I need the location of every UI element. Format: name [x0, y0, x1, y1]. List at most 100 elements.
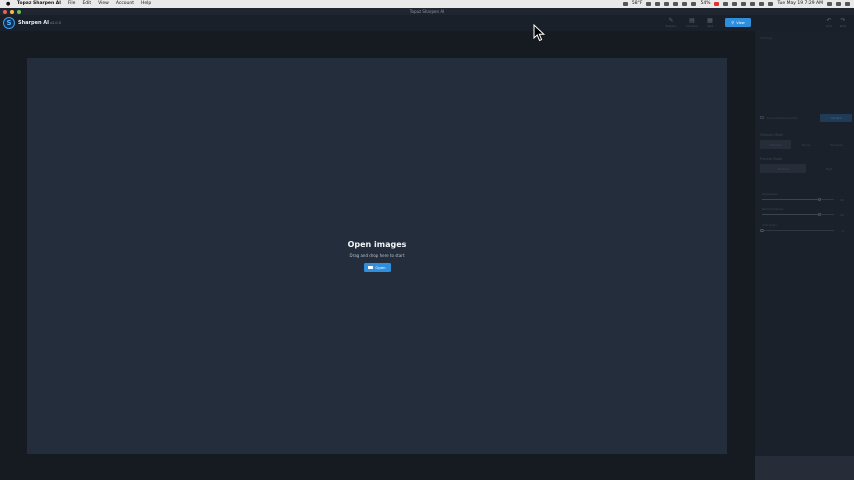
- redo-icon: ↷: [840, 17, 846, 24]
- minimize-window-button[interactable]: [10, 9, 14, 14]
- volume-icon[interactable]: [691, 2, 697, 6]
- mouse-cursor-icon: [533, 24, 546, 42]
- window-icon[interactable]: [655, 2, 661, 6]
- window-controls: [3, 9, 24, 14]
- process-mode-label: Process Mode: [760, 157, 782, 161]
- bluetooth-icon[interactable]: [673, 2, 679, 6]
- clock[interactable]: Tue May 19 7:29 AM: [777, 0, 823, 8]
- undo-icon: ↶: [826, 17, 832, 24]
- screen-record-icon[interactable]: [622, 2, 628, 6]
- undo-label: Undo: [825, 25, 833, 28]
- sharpen-mode-focus[interactable]: Focus: [791, 140, 822, 149]
- remove-noise-slider[interactable]: Remove Noise 40: [760, 207, 852, 219]
- shield-icon[interactable]: [682, 2, 688, 6]
- menu-app-name[interactable]: Topaz Sharpen AI: [17, 0, 61, 8]
- sharpen-mode-stabilize[interactable]: Stabilize: [760, 140, 791, 149]
- brush-icon: ✎: [668, 17, 674, 24]
- message-icon[interactable]: [664, 2, 670, 6]
- drag-drop-hint: Drag and drop here to start: [349, 253, 405, 258]
- compare-icon: ▤: [689, 17, 695, 24]
- slider-handle[interactable]: [817, 197, 822, 202]
- process-mode-selector: Normal Fast: [760, 164, 852, 173]
- menu-view[interactable]: View: [98, 0, 109, 8]
- slider-handle[interactable]: [760, 228, 764, 233]
- printer-icon[interactable]: [741, 2, 747, 6]
- panel-title: Settings: [760, 36, 773, 40]
- image-canvas[interactable]: Open images Drag and drop here to start …: [27, 58, 727, 454]
- spotlight-search-icon[interactable]: [827, 2, 832, 6]
- window-title-bar[interactable]: Topaz Sharpen AI: [0, 8, 854, 15]
- wifi-icon[interactable]: [750, 2, 756, 6]
- sharpen-mode-label: Sharpen Mode: [760, 133, 784, 137]
- creative-cloud-icon[interactable]: [723, 2, 729, 6]
- slider-fill: [762, 199, 820, 200]
- process-mode-fast[interactable]: Fast: [806, 164, 852, 173]
- apple-icon[interactable]: ●: [6, 0, 12, 8]
- brand-name: Sharpen AIv2.0.5: [18, 20, 61, 26]
- menu-file[interactable]: File: [68, 0, 76, 8]
- compare-tool-button[interactable]: ▤ Compare: [683, 16, 701, 30]
- cloud-icon[interactable]: [646, 2, 652, 6]
- record-icon[interactable]: [714, 2, 720, 6]
- settings-panel: Settings Auto update preview Update Shar…: [754, 31, 854, 480]
- sharpness-label: Sharpness: [762, 192, 778, 196]
- sharpness-value: 40: [840, 197, 844, 202]
- sharpen-mode-sharpen[interactable]: Sharpen: [821, 140, 852, 149]
- add-grain-label: Add Grain: [762, 223, 777, 227]
- menu-bar: ● Topaz Sharpen AI File Edit View Accoun…: [0, 0, 854, 8]
- panel-footer: [755, 456, 854, 480]
- undo-button[interactable]: ↶ Undo: [822, 16, 836, 30]
- user-icon[interactable]: [768, 2, 774, 6]
- sharpen-tool-label: Sharpen: [665, 25, 677, 28]
- open-images-title: Open images: [347, 240, 407, 249]
- close-window-button[interactable]: [3, 9, 7, 14]
- compare-tool-label: Compare: [686, 25, 698, 28]
- view-button-label: View: [736, 20, 745, 25]
- search-icon: ⚲: [731, 20, 735, 25]
- redo-label: Redo: [839, 25, 847, 28]
- app-window: ● Topaz Sharpen AI File Edit View Accoun…: [0, 0, 854, 480]
- weather-temperature[interactable]: 58°F: [632, 0, 643, 8]
- menu-bar-status: 58°F 54% Tue May 19 7:29 AM: [619, 0, 854, 8]
- battery-percent[interactable]: 54%: [700, 0, 710, 8]
- app-header: S Sharpen AIv2.0.5 ✎ Sharpen ▤ Compare ▦…: [0, 15, 854, 31]
- auto-update-row: Auto update preview Update: [760, 113, 852, 122]
- siri-icon[interactable]: [836, 2, 841, 6]
- open-button[interactable]: Open: [363, 263, 391, 272]
- menu-edit[interactable]: Edit: [82, 0, 91, 8]
- maximize-window-button[interactable]: [17, 9, 21, 14]
- sharpness-slider[interactable]: Sharpness 40: [760, 192, 852, 204]
- redo-button[interactable]: ↷ Redo: [836, 16, 850, 30]
- dropbox-icon[interactable]: [732, 2, 738, 6]
- window-title: Topaz Sharpen AI: [409, 9, 445, 14]
- split-tool-label: Split: [707, 25, 713, 28]
- menu-account[interactable]: Account: [116, 0, 134, 8]
- auto-update-label: Auto update preview: [766, 115, 798, 120]
- menu-help[interactable]: Help: [141, 0, 151, 8]
- view-button[interactable]: ⚲ View: [725, 18, 751, 27]
- notification-center-icon[interactable]: [845, 2, 850, 6]
- add-grain-slider[interactable]: Add Grain 0: [760, 223, 852, 235]
- slider-handle[interactable]: [817, 212, 822, 217]
- view-tools: ✎ Sharpen ▤ Compare ▦ Split ⚲ View: [662, 16, 751, 30]
- add-grain-value: 0: [842, 228, 844, 233]
- brand-title: Sharpen AI: [18, 20, 50, 26]
- sharpen-tool-button[interactable]: ✎ Sharpen: [662, 16, 680, 30]
- sharpen-ai-logo-icon: S: [3, 17, 15, 29]
- slider-fill: [762, 214, 820, 215]
- folder-icon: [368, 265, 374, 270]
- remove-noise-label: Remove Noise: [762, 207, 784, 211]
- brand-version: v2.0.5: [50, 21, 61, 25]
- update-button[interactable]: Update: [820, 113, 852, 122]
- sharpen-mode-selector: Stabilize Focus Sharpen: [760, 140, 852, 149]
- work-area: Open images Drag and drop here to start …: [0, 31, 754, 480]
- slider-track: [762, 230, 834, 231]
- airplay-icon[interactable]: [759, 2, 765, 6]
- history-tools: ↶ Undo ↷ Redo: [822, 16, 850, 30]
- remove-noise-value: 40: [840, 212, 844, 217]
- auto-update-checkbox[interactable]: [760, 115, 764, 120]
- split-tool-button[interactable]: ▦ Split: [701, 16, 719, 30]
- drop-zone[interactable]: Open images Drag and drop here to start …: [27, 58, 727, 454]
- grid-icon: ▦: [707, 17, 713, 24]
- process-mode-normal[interactable]: Normal: [760, 164, 806, 173]
